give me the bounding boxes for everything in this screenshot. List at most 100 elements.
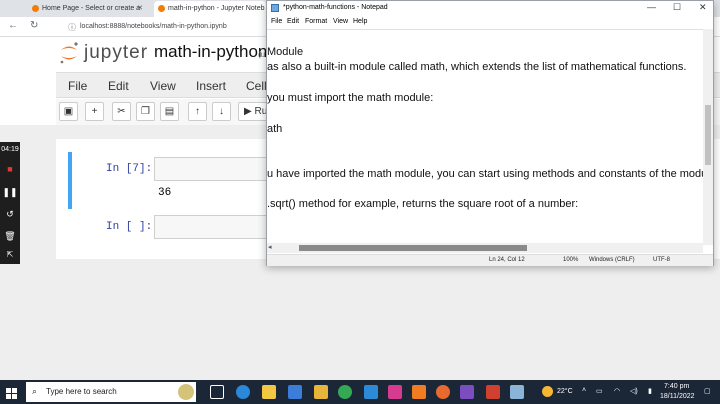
- notepad-menu-bar: File Edit Format View Help: [267, 16, 713, 28]
- menu-insert[interactable]: Insert: [196, 79, 226, 93]
- text-line: as also a built-in module called math, w…: [267, 61, 687, 73]
- code-cell-input[interactable]: [154, 215, 268, 239]
- move-up-icon[interactable]: ↑: [188, 102, 207, 121]
- search-highlight-icon[interactable]: [178, 384, 194, 400]
- app-icon[interactable]: [314, 385, 328, 399]
- menu-edit[interactable]: Edit: [108, 79, 129, 93]
- notepad-menu-format[interactable]: Format: [305, 18, 327, 25]
- restart-icon[interactable]: ↺: [0, 209, 20, 220]
- minimize-icon[interactable]: —: [647, 2, 656, 12]
- exit-icon[interactable]: ⇱: [0, 250, 20, 259]
- vertical-scrollbar[interactable]: [703, 29, 713, 245]
- horizontal-scrollbar[interactable]: ◂: [267, 243, 703, 253]
- edge-icon[interactable]: [236, 385, 250, 399]
- paste-icon[interactable]: ▤: [160, 102, 179, 121]
- volume-icon[interactable]: ◁): [630, 387, 638, 395]
- notebook-title[interactable]: math-in-python: [154, 42, 267, 62]
- notepad-menu-view[interactable]: View: [333, 18, 348, 25]
- move-down-icon[interactable]: ↓: [212, 102, 231, 121]
- line-ending: Windows (CRLF): [589, 257, 635, 263]
- add-cell-icon[interactable]: +: [85, 102, 104, 121]
- url-field[interactable]: ⓘ localhost:8888/notebooks/math-in-pytho…: [66, 21, 266, 34]
- jupyter-favicon-icon: [158, 5, 165, 12]
- file-explorer-icon[interactable]: [262, 385, 276, 399]
- jupyter-favicon-icon: [32, 5, 39, 12]
- reload-icon[interactable]: ↻: [30, 20, 38, 31]
- notifications-icon[interactable]: ▢: [704, 387, 711, 395]
- notepad-app-icon: [271, 4, 279, 12]
- cell-prompt: In [ ]:: [106, 221, 153, 233]
- vscode-icon[interactable]: [364, 385, 378, 399]
- scroll-left-icon[interactable]: ◂: [268, 243, 272, 251]
- tab-home-page[interactable]: Home Page - Select or create a ✕: [28, 1, 146, 17]
- wifi-icon[interactable]: ◠: [614, 387, 620, 395]
- play-icon: ▶: [244, 106, 252, 117]
- tab-label: math-in-python - Jupyter Noteb: [168, 5, 265, 12]
- info-icon: ⓘ: [68, 23, 76, 32]
- text-line: .sqrt() method for example, returns the …: [267, 198, 579, 210]
- store-icon[interactable]: [288, 385, 302, 399]
- close-icon[interactable]: ✕: [699, 2, 707, 13]
- clock-time[interactable]: 7:40 pm: [664, 383, 689, 390]
- notepad-window: *python-math-functions - Notepad — ☐ ✕ F…: [266, 0, 714, 266]
- firefox-icon[interactable]: [436, 385, 450, 399]
- chevron-up-icon[interactable]: ˄: [582, 387, 586, 394]
- network-icon[interactable]: ▭: [596, 387, 603, 395]
- task-view-icon[interactable]: [210, 385, 224, 399]
- encoding: UTF-8: [653, 257, 670, 263]
- clock-date[interactable]: 18/11/2022: [660, 393, 695, 400]
- selected-cell-indicator: [68, 152, 72, 209]
- tab-label: Home Page - Select or create a: [42, 5, 141, 12]
- cut-icon[interactable]: ✂: [112, 102, 131, 121]
- jupyter-logo-icon: [60, 42, 78, 64]
- horizontal-scroll-thumb[interactable]: [299, 245, 527, 251]
- text-line: u have imported the math module, you can…: [267, 168, 703, 180]
- battery-icon[interactable]: ▮: [648, 387, 652, 395]
- url-text: localhost:8888/notebooks/math-in-python.…: [80, 23, 227, 30]
- jupyter-brand[interactable]: jupyter: [84, 42, 148, 64]
- menu-view[interactable]: View: [150, 79, 176, 93]
- notepad-menu-edit[interactable]: Edit: [287, 18, 299, 25]
- weather-icon[interactable]: [542, 386, 553, 397]
- app-icon[interactable]: [412, 385, 426, 399]
- notepad-title-bar: *python-math-functions - Notepad — ☐ ✕: [267, 1, 713, 16]
- taskbar: ⌕ Type here to search 22°C ˄ ▭ ◠ ◁) ▮ 7:…: [0, 380, 720, 404]
- text-line: Module: [267, 46, 304, 58]
- app-icon[interactable]: [486, 385, 500, 399]
- delete-icon[interactable]: 🗑: [0, 231, 20, 242]
- notepad-taskbar-icon[interactable]: [510, 385, 524, 399]
- vertical-scroll-thumb[interactable]: [705, 105, 711, 165]
- notepad-status-bar: Ln 24, Col 12 100% Windows (CRLF) UTF-8: [267, 254, 713, 266]
- save-icon[interactable]: ▣: [59, 102, 78, 121]
- close-tab-icon[interactable]: ✕: [137, 4, 143, 12]
- notepad-title: *python-math-functions - Notepad: [283, 4, 388, 11]
- chrome-icon[interactable]: [338, 385, 352, 399]
- code-cell-input[interactable]: [154, 157, 268, 181]
- menu-file[interactable]: File: [68, 79, 87, 93]
- stop-recording-icon[interactable]: ■: [0, 164, 20, 174]
- menu-cell[interactable]: Cell: [246, 79, 267, 93]
- search-icon: ⌕: [32, 386, 38, 396]
- taskbar-search[interactable]: ⌕ Type here to search: [26, 382, 196, 402]
- copy-icon[interactable]: ❐: [136, 102, 155, 121]
- notebook-title-suffix: (u: [258, 50, 266, 59]
- windows-start-icon[interactable]: [6, 386, 17, 399]
- text-line: ath: [267, 123, 283, 135]
- text-line: you must import the math module:: [267, 92, 434, 104]
- weather-temp[interactable]: 22°C: [557, 388, 573, 395]
- app-icon[interactable]: [388, 385, 402, 399]
- back-icon[interactable]: ←: [8, 20, 18, 31]
- recording-time: 04:19: [1, 146, 19, 153]
- notepad-text-area[interactable]: Module as also a built-in module called …: [267, 29, 703, 241]
- notepad-menu-file[interactable]: File: [271, 18, 282, 25]
- maximize-icon[interactable]: ☐: [673, 2, 681, 13]
- cell-output: 36: [158, 187, 172, 199]
- pause-icon[interactable]: ❚❚: [0, 187, 20, 198]
- notepad-menu-help[interactable]: Help: [353, 18, 367, 25]
- recording-controls: 04:19 ■ ❚❚ ↺ 🗑 ⇱: [0, 142, 20, 264]
- cursor-position: Ln 24, Col 12: [489, 257, 525, 263]
- search-placeholder: Type here to search: [46, 387, 117, 396]
- tab-math-in-python[interactable]: math-in-python - Jupyter Noteb: [154, 1, 266, 17]
- app-icon[interactable]: [460, 385, 474, 399]
- cell-prompt: In [7]:: [106, 163, 153, 175]
